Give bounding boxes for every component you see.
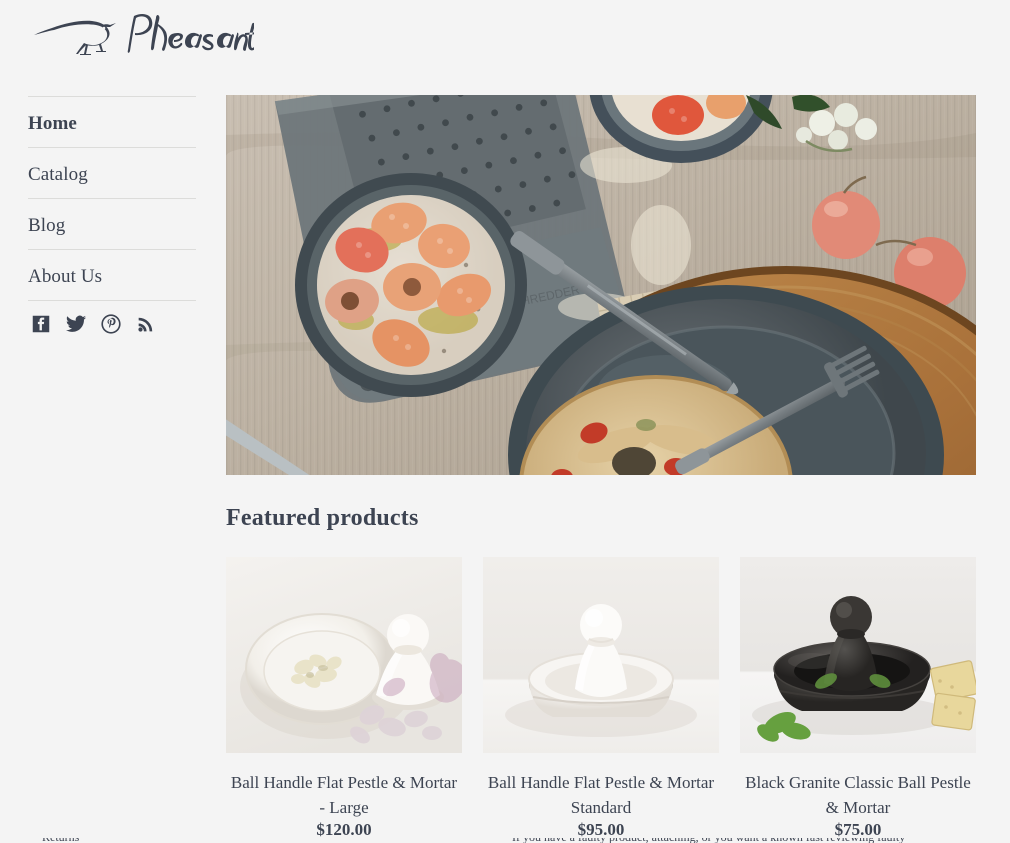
- product-card[interactable]: Ball Handle Flat Pestle & Mortar - Large…: [226, 557, 462, 840]
- product-price: $75.00: [834, 820, 882, 839]
- sidebar-item-catalog[interactable]: Catalog: [28, 148, 196, 198]
- featured-products-heading: Featured products: [226, 505, 419, 531]
- product-price: $95.00: [577, 820, 625, 839]
- sidebar-item-about-us[interactable]: About Us: [28, 250, 196, 300]
- pinterest-icon[interactable]: [100, 313, 122, 335]
- pheasant-bird-icon: [34, 13, 254, 55]
- sidebar-navigation: Home Catalog Blog About Us: [28, 96, 196, 301]
- product-card[interactable]: Ball Handle Flat Pestle & Mortar Standar…: [483, 557, 719, 840]
- white-ball-pestle-mortar-image: [483, 557, 719, 753]
- product-title: Ball Handle Flat Pestle & Mortar Standar…: [487, 773, 715, 817]
- white-flat-mortar-garlic-image: [226, 557, 462, 753]
- product-title: Black Granite Classic Ball Pestle & Mort…: [745, 773, 971, 817]
- product-price: $120.00: [316, 820, 372, 839]
- featured-products-grid: Ball Handle Flat Pestle & Mortar - Large…: [226, 557, 976, 840]
- product-image[interactable]: [483, 557, 719, 753]
- product-image[interactable]: [226, 557, 462, 753]
- product-card[interactable]: Black Granite Classic Ball Pestle & Mort…: [740, 557, 976, 840]
- social-links: [30, 313, 157, 335]
- sidebar-item-home[interactable]: Home: [28, 97, 196, 147]
- footer-column-returns: Returns: [42, 838, 79, 843]
- footer-partial-strip: Returns If you have a faulty product, at…: [0, 838, 1010, 843]
- rss-icon[interactable]: [135, 313, 157, 335]
- hero-banner-image: 8 IN 1 LIGHTNING SHREDDER PAT. PEND.: [226, 95, 976, 475]
- footer-column-faulty-text: If you have a faulty product, attaching,…: [512, 838, 905, 843]
- black-granite-pestle-mortar-image: [740, 557, 976, 753]
- sidebar-item-blog[interactable]: Blog: [28, 199, 196, 249]
- hero-food-photograph: 8 IN 1 LIGHTNING SHREDDER PAT. PEND.: [226, 95, 976, 475]
- twitter-icon[interactable]: [65, 313, 87, 335]
- product-image[interactable]: [740, 557, 976, 753]
- nav-divider-bottom: [28, 300, 196, 301]
- facebook-icon[interactable]: [30, 313, 52, 335]
- product-title: Ball Handle Flat Pestle & Mortar - Large: [230, 773, 458, 817]
- site-logo[interactable]: [28, 4, 258, 60]
